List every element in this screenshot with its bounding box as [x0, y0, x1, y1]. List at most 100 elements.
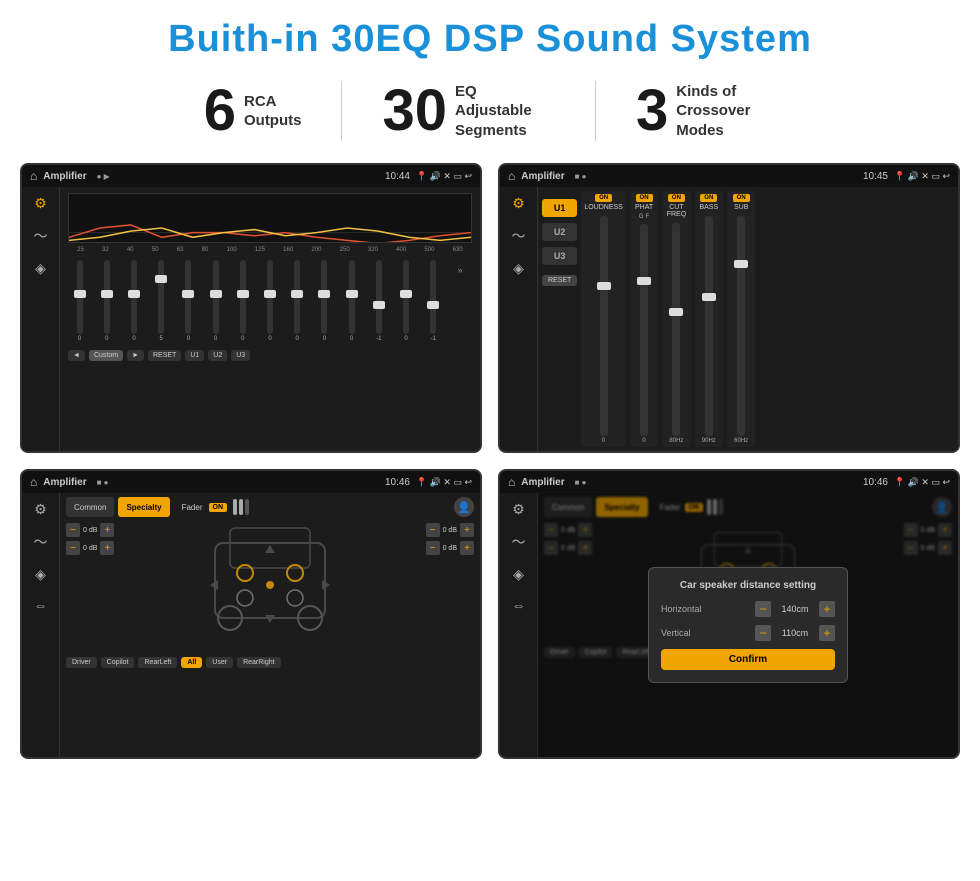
sp-sidebar-wave-icon[interactable]: 〜	[34, 532, 48, 552]
eq-slider-1[interactable]: 0	[68, 260, 91, 342]
ch-loudness-on[interactable]: ON	[595, 194, 612, 202]
crossover-reset-btn[interactable]: RESET	[542, 275, 577, 286]
dialog-vertical-label: Vertical	[661, 628, 691, 638]
eq-slider-3[interactable]: 0	[122, 260, 145, 342]
ch-bass-on[interactable]: ON	[700, 194, 717, 202]
dialog-horizontal-plus[interactable]: +	[819, 601, 835, 617]
crossover-sidebar-speaker-icon[interactable]: ◈	[513, 260, 524, 277]
eq-sliders-row: 0 0 0 5 0 0 0 0 0 0 0 -1 0 -1 »	[68, 256, 472, 346]
eq-prev-btn[interactable]: ◄	[68, 350, 85, 361]
eq-u3-btn[interactable]: U3	[231, 350, 250, 361]
dialog-vertical-minus[interactable]: −	[755, 625, 771, 641]
sp-sidebar-speaker-icon[interactable]: ◈	[35, 566, 46, 583]
crossover-sidebar-eq-icon[interactable]: ⚙	[512, 195, 525, 212]
crossover-sidebar-wave-icon[interactable]: 〜	[512, 226, 526, 246]
copilot-btn[interactable]: Copilot	[101, 657, 135, 668]
eq-sidebar-wave-icon[interactable]: 〜	[34, 226, 48, 246]
dl-sidebar-arrows-icon[interactable]: ⇔	[512, 597, 526, 613]
speaker-main-panel: Common Specialty Fader ON 👤	[60, 493, 480, 757]
ch-phat-slider[interactable]	[640, 224, 648, 436]
dl-sidebar-wave-icon[interactable]: 〜	[512, 532, 526, 552]
stat-eq: 30 EQ Adjustable Segments	[342, 82, 595, 141]
ch-loudness: ON LOUDNESS 0	[581, 191, 626, 447]
eq-screen-content: ⚙ 〜 ◈ 25324050 6380100125 160200250320 4…	[22, 187, 480, 451]
stat-crossover-number: 3	[636, 82, 668, 140]
eq-u2-btn[interactable]: U2	[208, 350, 227, 361]
eq-slider-13[interactable]: 0	[394, 260, 417, 342]
eq-slider-4[interactable]: 5	[150, 260, 173, 342]
user-btn[interactable]: User	[206, 657, 233, 668]
crossover-app-name: Amplifier	[521, 171, 564, 182]
ch-sub-on[interactable]: ON	[733, 194, 750, 202]
dialog-horizontal-minus[interactable]: −	[755, 601, 771, 617]
ch-cutfreq-on[interactable]: ON	[668, 194, 685, 202]
db-plus-1[interactable]: +	[100, 523, 114, 537]
eq-slider-6[interactable]: 0	[204, 260, 227, 342]
tab-specialty-btn[interactable]: Specialty	[118, 497, 169, 517]
db-minus-3[interactable]: −	[426, 523, 440, 537]
db-plus-2[interactable]: +	[100, 541, 114, 555]
screens-grid: ⌂ Amplifier ● ▶ 10:44 📍 🔊 ✕ ▭ ↩ ⚙ 〜 ◈	[0, 155, 980, 779]
tab-common-btn[interactable]: Common	[66, 497, 114, 517]
db-minus-4[interactable]: −	[426, 541, 440, 555]
db-row-3: − 0 dB +	[426, 523, 474, 537]
driver-btn[interactable]: Driver	[66, 657, 97, 668]
db-plus-3[interactable]: +	[460, 523, 474, 537]
eq-slider-12[interactable]: -1	[367, 260, 390, 342]
eq-sidebar-eq-icon[interactable]: ⚙	[34, 195, 47, 212]
dialog-title: Car speaker distance setting	[661, 580, 835, 591]
eq-slider-5[interactable]: 0	[177, 260, 200, 342]
sp-sidebar-arrows-icon[interactable]: ⇔	[34, 597, 48, 613]
speaker-home-icon[interactable]: ⌂	[30, 475, 37, 489]
u1-button[interactable]: U1	[542, 199, 577, 217]
eq-slider-10[interactable]: 0	[313, 260, 336, 342]
stat-rca-number: 6	[204, 82, 236, 140]
u3-button[interactable]: U3	[542, 247, 577, 265]
home-icon[interactable]: ⌂	[30, 169, 37, 183]
dialog-sidebar: ⚙ 〜 ◈ ⇔	[500, 493, 538, 757]
eq-slider-9[interactable]: 0	[286, 260, 309, 342]
eq-slider-11[interactable]: 0	[340, 260, 363, 342]
eq-next-btn[interactable]: ►	[127, 350, 144, 361]
eq-slider-14[interactable]: -1	[422, 260, 445, 342]
crossover-status-dots: ■ ●	[575, 172, 587, 181]
profile-icon[interactable]: 👤	[454, 497, 474, 517]
eq-slider-7[interactable]: 0	[231, 260, 254, 342]
u2-button[interactable]: U2	[542, 223, 577, 241]
eq-custom-btn[interactable]: Custom	[89, 350, 123, 361]
dialog-vertical-row: Vertical − 110cm +	[661, 625, 835, 641]
eq-slider-2[interactable]: 0	[95, 260, 118, 342]
eq-slider-8[interactable]: 0	[258, 260, 281, 342]
sp-sidebar-eq-icon[interactable]: ⚙	[34, 501, 47, 518]
crossover-status-icons: 📍 🔊 ✕ ▭ ↩	[894, 171, 950, 182]
dialog-time: 10:46	[863, 477, 888, 488]
dialog-vertical-plus[interactable]: +	[819, 625, 835, 641]
rearright-btn[interactable]: RearRight	[237, 657, 281, 668]
db-row-4: − 0 dB +	[426, 541, 474, 555]
ch-sub-slider[interactable]	[737, 216, 745, 436]
db-plus-4[interactable]: +	[460, 541, 474, 555]
dl-sidebar-eq-icon[interactable]: ⚙	[512, 501, 525, 518]
u-buttons: U1 U2 U3 RESET	[542, 191, 577, 447]
ch-phat-on[interactable]: ON	[636, 194, 653, 202]
speaker-app-name: Amplifier	[43, 477, 86, 488]
ch-bass-slider[interactable]	[705, 216, 713, 436]
eq-slider-expand[interactable]: »	[449, 260, 472, 342]
db-minus-2[interactable]: −	[66, 541, 80, 555]
eq-freq-labels: 25324050 6380100125 160200250320 4005006…	[68, 247, 472, 253]
confirm-button[interactable]: Confirm	[661, 649, 835, 670]
eq-sidebar-speaker-icon[interactable]: ◈	[35, 260, 46, 277]
dl-sidebar-speaker-icon[interactable]: ◈	[513, 566, 524, 583]
db-minus-1[interactable]: −	[66, 523, 80, 537]
dialog-home-icon[interactable]: ⌂	[508, 475, 515, 489]
crossover-home-icon[interactable]: ⌂	[508, 169, 515, 183]
all-btn[interactable]: All	[181, 657, 202, 668]
ch-cutfreq-slider[interactable]	[672, 223, 680, 436]
eq-u1-btn[interactable]: U1	[185, 350, 204, 361]
eq-reset-btn[interactable]: RESET	[148, 350, 181, 361]
ch-loudness-slider[interactable]	[600, 216, 608, 436]
rearleft-btn[interactable]: RearLeft	[138, 657, 177, 668]
eq-sidebar: ⚙ 〜 ◈	[22, 187, 60, 451]
db-row-2: − 0 dB +	[66, 541, 114, 555]
stats-row: 6 RCA Outputs 30 EQ Adjustable Segments …	[0, 71, 980, 155]
